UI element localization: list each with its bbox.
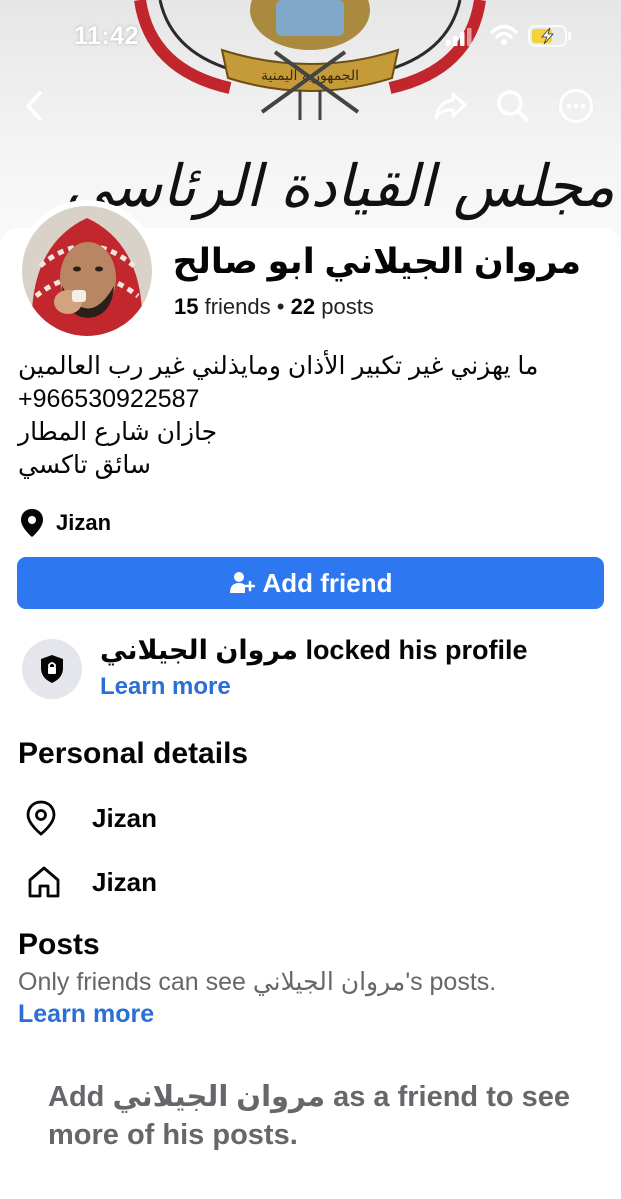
lock-badge [22,639,82,699]
bio-phone: +966530922587 [18,385,200,413]
status-bar: 11:42 [0,0,621,70]
back-button[interactable] [14,86,54,126]
home-icon [28,866,60,898]
personal-details-title: Personal details [18,737,249,770]
posts-privacy-note: Only friends can see مروان الجيلاني's po… [18,968,497,996]
chevron-left-icon [26,91,42,121]
detail-row-home: Jizan [26,862,157,902]
profile-avatar[interactable] [16,200,158,342]
posts-label: posts [321,294,374,319]
shield-lock-icon [41,655,63,683]
share-icon [434,92,467,120]
status-time: 11:42 [74,22,140,50]
cellular-signal-icon [446,28,472,46]
search-button[interactable] [493,86,533,126]
posts-count: 22 [290,294,316,319]
location-pin-icon [26,800,56,836]
friends-label[interactable]: friends [205,294,271,319]
search-icon [497,90,529,122]
add-friend-button[interactable]: Add friend [17,557,604,609]
bio-line: سائق تاكسي [18,451,151,479]
detail-text: Jizan [92,802,158,833]
locked-profile-text: مروان الجيلاني locked his profile [100,635,528,665]
profile-counts: 15 friends • 22 posts [174,294,374,320]
add-friend-note: Add مروان الجيلاني as a friend to see mo… [48,1081,571,1151]
counts-separator: • [276,294,285,319]
avatar-photo [22,206,152,336]
friends-count[interactable]: 15 [174,294,198,319]
battery-charging-icon [528,25,571,47]
wifi-icon [490,24,518,45]
detail-row-location: Jizan [26,798,157,838]
learn-more-link[interactable]: Learn more [100,673,231,701]
location-pin-filled-icon [21,509,43,537]
detail-text: Jizan [92,866,158,897]
profile-name: مروان الجيلاني ابو صالح [172,242,581,281]
posts-title: Posts [18,928,100,961]
share-button[interactable] [430,86,470,126]
profile-bio: ما يهزني غير تكبير الأذان ومايذلني غير ر… [18,350,603,482]
more-options-button[interactable] [556,86,596,126]
add-person-icon [229,572,255,593]
posts-learn-more-link[interactable]: Learn more [18,1000,154,1029]
locked-profile-notice: مروان الجيلاني locked his profile Learn … [22,633,602,703]
location-text: Jizan [56,510,112,535]
bio-line: جازان شارع المطار [18,418,218,446]
more-icon [559,89,593,123]
cover-calligraphy: مجلس القيادة الرئاسي [65,152,615,221]
bio-line: ما يهزني غير تكبير الأذان ومايذلني غير ر… [18,352,539,380]
add-friend-label: Add friend [262,567,393,598]
location-row: Jizan [20,507,111,539]
